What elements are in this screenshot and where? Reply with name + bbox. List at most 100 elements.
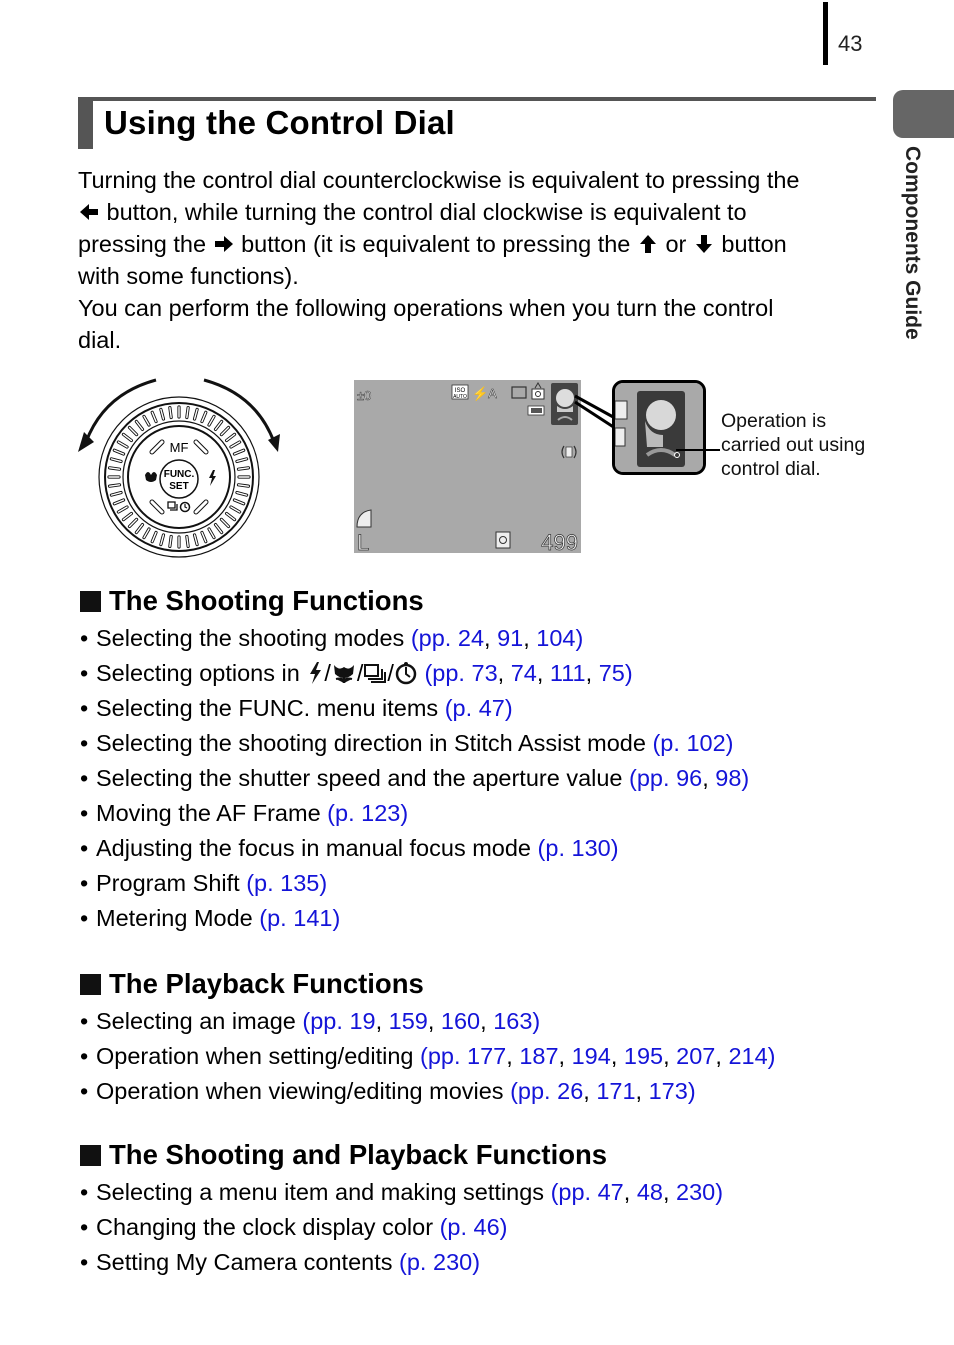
page-ref-link[interactable]: 104: [536, 625, 575, 651]
page-ref-link[interactable]: 48: [637, 1179, 663, 1205]
item-text: Moving the AF Frame: [96, 800, 328, 826]
item-text: Selecting the shutter speed and the aper…: [96, 765, 630, 791]
page-ref-prefix: (p.: [652, 730, 687, 756]
section-heading-text: The Shooting Functions: [109, 585, 424, 616]
page-ref-link[interactable]: 24: [458, 625, 484, 651]
section-heading: The Shooting Functions: [80, 585, 749, 617]
bullet-icon: •: [80, 625, 89, 651]
page-ref-link[interactable]: 230: [433, 1249, 472, 1275]
item-text: Operation when setting/editing: [96, 1043, 420, 1069]
page-ref-prefix: (pp.: [550, 1179, 598, 1205]
battery-icon: [527, 405, 545, 416]
list-item: • Moving the AF Frame (p. 123): [80, 799, 749, 834]
ref-separator: ,: [375, 1008, 389, 1034]
page-ref-link[interactable]: 159: [389, 1008, 428, 1034]
page-ref-link[interactable]: 160: [441, 1008, 480, 1034]
list-item: • Setting My Camera contents (p. 230): [80, 1248, 723, 1283]
flash-auto-icon: ⚡A: [472, 386, 497, 402]
intro-text: or: [658, 231, 693, 257]
item-text: Selecting the FUNC. menu items: [96, 695, 445, 721]
page-ref-link[interactable]: 91: [497, 625, 523, 651]
page-ref-link[interactable]: 230: [676, 1179, 715, 1205]
shots-remaining-readout: 499: [541, 530, 578, 553]
bullet-icon: •: [80, 905, 89, 931]
ref-separator: ,: [523, 625, 537, 651]
control-dial-illustration: MF FUNC. SET: [78, 378, 280, 558]
page-ref-link[interactable]: 123: [361, 800, 400, 826]
page-ref-link[interactable]: 214: [728, 1043, 767, 1069]
intro-line: You can perform the following operations…: [78, 295, 774, 321]
side-tab[interactable]: [893, 90, 954, 138]
intro-line: Turning the control dial counterclockwis…: [78, 167, 800, 193]
page-ref-link[interactable]: 163: [493, 1008, 532, 1034]
compression-icon: [356, 509, 372, 528]
intro-text: pressing the: [78, 231, 213, 257]
page-ref-link[interactable]: 74: [511, 660, 537, 686]
title-accent-bar: [78, 97, 93, 149]
list-item: • Selecting the FUNC. menu items (p. 47): [80, 694, 749, 729]
page-number-divider: [823, 2, 828, 65]
page-ref-link[interactable]: 98: [715, 765, 741, 791]
page-ref-close: ): [332, 905, 341, 931]
side-tab-label: Components Guide: [901, 146, 924, 340]
bullet-icon: •: [80, 1179, 89, 1205]
intro-text: button (it is equivalent to pressing the: [234, 231, 637, 257]
section-playback-functions: The Playback Functions • Selecting an ima…: [80, 968, 775, 1112]
page-ref-link[interactable]: 47: [598, 1179, 624, 1205]
dial-label-mf: MF: [170, 440, 189, 455]
continuous-icon: [363, 660, 387, 686]
item-text: Selecting options in: [96, 660, 307, 686]
list-item: • Selecting options in / / / (pp. 73, 74, 1…: [80, 659, 749, 694]
page-ref-link[interactable]: 73: [472, 660, 498, 686]
page-ref-link[interactable]: 19: [349, 1008, 375, 1034]
page-ref-link[interactable]: 177: [467, 1043, 506, 1069]
page-ref-link[interactable]: 173: [649, 1078, 688, 1104]
section-shooting-playback-functions: The Shooting and Playback Functions • Sel…: [80, 1139, 723, 1283]
bullet-icon: •: [80, 695, 89, 721]
function-list: • Selecting a menu item and making settin…: [80, 1178, 723, 1283]
lcd-screen-illustration: ±0 ISO AUTO ⚡A L 499: [354, 380, 581, 555]
page-ref-close: ): [610, 835, 619, 861]
page-ref-link[interactable]: 141: [293, 905, 332, 931]
page-ref-link[interactable]: 171: [596, 1078, 635, 1104]
list-item: • Selecting an image (pp. 19, 159, 160, 1…: [80, 1007, 775, 1042]
cw-arrowhead-icon: [268, 434, 280, 452]
page-ref-close: ): [715, 1179, 724, 1205]
camera-orientation-icon: [531, 382, 545, 400]
page-ref-link[interactable]: 96: [676, 765, 702, 791]
square-bullet-icon: [80, 973, 101, 995]
page-ref-link[interactable]: 195: [624, 1043, 663, 1069]
bullet-icon: •: [80, 1078, 89, 1104]
page-ref-close: ): [624, 660, 633, 686]
page-ref-link[interactable]: 187: [519, 1043, 558, 1069]
section-heading-text: The Playback Functions: [109, 968, 424, 999]
iso-auto-icon: ISOAUTO: [451, 384, 469, 400]
item-text: Setting My Camera contents: [96, 1249, 400, 1275]
item-text: Program Shift: [96, 870, 247, 896]
item-text: Adjusting the focus in manual focus mode: [96, 835, 538, 861]
bullet-icon: •: [80, 1008, 89, 1034]
ref-separator: ,: [497, 660, 511, 686]
title-rule: [78, 97, 876, 101]
page-ref-prefix: (p.: [537, 835, 572, 861]
page-ref-link[interactable]: 47: [479, 695, 505, 721]
page-ref-link[interactable]: 111: [550, 660, 586, 686]
bullet-icon: •: [80, 730, 89, 756]
page-ref-link[interactable]: 75: [599, 660, 625, 686]
page-ref-close: ): [504, 695, 513, 721]
ref-separator: ,: [583, 1078, 597, 1104]
item-text: Selecting the shooting modes: [96, 625, 411, 651]
page-ref-link[interactable]: 135: [280, 870, 319, 896]
ref-separator: ,: [635, 1078, 649, 1104]
intro-line: button, while turning the control dial c…: [100, 199, 747, 225]
ref-separator: ,: [585, 660, 599, 686]
page-ref-prefix: (p.: [246, 870, 281, 896]
page-ref-link[interactable]: 130: [572, 835, 611, 861]
page-ref-link[interactable]: 194: [572, 1043, 611, 1069]
page-ref-link[interactable]: 207: [676, 1043, 715, 1069]
page-ref-link[interactable]: 46: [474, 1214, 500, 1240]
page-ref-link[interactable]: 26: [557, 1078, 583, 1104]
zoomed-mode-icon: [612, 380, 706, 475]
list-item: • Selecting the shutter speed and the ape…: [80, 764, 749, 799]
page-ref-link[interactable]: 102: [686, 730, 725, 756]
